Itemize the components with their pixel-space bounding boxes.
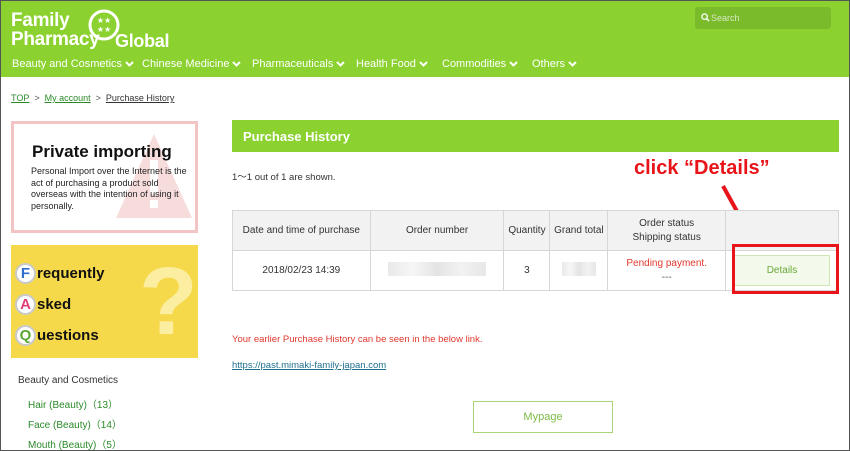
col-quantity: Quantity bbox=[503, 210, 551, 251]
logo-line1: Family bbox=[11, 10, 70, 31]
nav-label: Pharmaceuticals bbox=[252, 58, 334, 70]
nav-chinese-medicine[interactable]: Chinese Medicine bbox=[142, 57, 252, 71]
nav-others[interactable]: Others bbox=[532, 57, 592, 71]
sidebar-category-list: Hair (Beauty)（13） Face (Beauty)（14） Mout… bbox=[28, 400, 122, 451]
nav-label: Commodities bbox=[442, 58, 507, 70]
breadcrumb: TOP > My account > Purchase History bbox=[11, 93, 174, 103]
faq-word: uestions bbox=[37, 326, 99, 344]
cell-grand-total bbox=[549, 250, 609, 291]
private-importing-banner[interactable]: Private importing Personal Import over t… bbox=[11, 121, 198, 233]
faq-letter: Q bbox=[15, 324, 36, 346]
sidebar-item-mouth[interactable]: Mouth (Beauty)（5） bbox=[28, 440, 122, 451]
faq-word: requently bbox=[37, 264, 105, 282]
cell-action: Details bbox=[725, 250, 839, 291]
nav-label: Health Food bbox=[356, 58, 416, 70]
faq-word: sked bbox=[37, 295, 72, 313]
chevron-down-icon bbox=[419, 61, 428, 67]
page-title: Purchase History bbox=[232, 120, 839, 152]
col-shipping-status: Shipping status bbox=[632, 231, 701, 243]
redacted-order-number bbox=[388, 262, 487, 276]
nav-beauty-and-cosmetics[interactable]: Beauty and Cosmetics bbox=[12, 57, 142, 71]
earlier-history-notice: Your earlier Purchase History can be see… bbox=[232, 334, 483, 345]
cell-status: Pending payment. --- bbox=[607, 250, 727, 291]
faq-row-frequently: F requently bbox=[15, 261, 105, 285]
col-action bbox=[725, 210, 839, 251]
faq-letter: F bbox=[15, 262, 36, 284]
faq-letter: A bbox=[15, 293, 36, 315]
svg-text:★★: ★★ bbox=[97, 25, 111, 34]
search-input[interactable] bbox=[711, 10, 823, 26]
col-status: Order status Shipping status bbox=[607, 210, 727, 251]
table-header-row: Date and time of purchase Order number Q… bbox=[232, 210, 839, 251]
faq-row-questions: Q uestions bbox=[15, 323, 99, 347]
past-history-link[interactable]: https://past.mimaki-family-japan.com bbox=[232, 360, 386, 371]
breadcrumb-separator: > bbox=[34, 93, 40, 103]
main-nav: Beauty and Cosmetics Chinese Medicine Ph… bbox=[12, 57, 592, 71]
sidebar-category-heading: Beauty and Cosmetics bbox=[18, 375, 119, 386]
nav-label: Others bbox=[532, 58, 566, 70]
breadcrumb-current: Purchase History bbox=[105, 93, 175, 103]
nav-health-food[interactable]: Health Food bbox=[356, 57, 442, 71]
chevron-down-icon bbox=[509, 61, 518, 67]
nav-pharmaceuticals[interactable]: Pharmaceuticals bbox=[252, 57, 356, 71]
star-circle-logo-icon: ★★ ★★ bbox=[88, 9, 120, 41]
import-banner-title: Private importing bbox=[32, 142, 172, 161]
shipping-status-value: --- bbox=[661, 271, 672, 283]
logo-line3: Global bbox=[115, 31, 170, 51]
col-grand-total: Grand total bbox=[549, 210, 609, 251]
import-banner-desc: Personal Import over the Internet is the… bbox=[31, 166, 187, 211]
redacted-grand-total bbox=[561, 262, 596, 276]
search-box bbox=[695, 7, 831, 29]
nav-label: Chinese Medicine bbox=[142, 58, 230, 70]
cell-quantity: 3 bbox=[503, 250, 551, 291]
site-header: Family Pharmacy Global ★★ ★★ Beauty and … bbox=[1, 1, 849, 77]
chevron-down-icon bbox=[232, 61, 242, 67]
chevron-down-icon bbox=[125, 61, 134, 67]
faq-banner[interactable]: ? F requently A sked Q uestions bbox=[11, 245, 198, 358]
instruction-callout: click “Details” bbox=[634, 157, 770, 179]
cell-order-number bbox=[369, 250, 505, 291]
question-mark-icon: ? bbox=[139, 248, 198, 355]
nav-label: Beauty and Cosmetics bbox=[12, 58, 123, 70]
breadcrumb-separator: > bbox=[95, 93, 101, 103]
cell-date: 2018/02/23 14:39 bbox=[232, 250, 371, 291]
purchase-history-table: Date and time of purchase Order number Q… bbox=[232, 210, 839, 291]
order-status-value: Pending payment. bbox=[626, 257, 707, 269]
sidebar-item-hair[interactable]: Hair (Beauty)（13） bbox=[28, 400, 122, 420]
col-order-number: Order number bbox=[369, 210, 505, 251]
nav-commodities[interactable]: Commodities bbox=[442, 57, 532, 71]
col-order-status: Order status bbox=[639, 217, 695, 229]
details-button[interactable]: Details bbox=[734, 255, 830, 286]
breadcrumb-my-account-link[interactable]: My account bbox=[45, 93, 91, 103]
svg-text:★★: ★★ bbox=[97, 16, 111, 25]
col-date: Date and time of purchase bbox=[232, 210, 371, 251]
sidebar-item-face[interactable]: Face (Beauty)（14） bbox=[28, 420, 122, 440]
breadcrumb-top-link[interactable]: TOP bbox=[11, 93, 29, 103]
chevron-down-icon bbox=[568, 61, 577, 67]
faq-row-asked: A sked bbox=[15, 292, 71, 316]
table-row: 2018/02/23 14:39 3 Pending payment. --- … bbox=[232, 250, 839, 291]
search-icon bbox=[701, 13, 710, 22]
site-logo[interactable]: Family Pharmacy Global ★★ ★★ bbox=[11, 8, 171, 52]
chevron-down-icon bbox=[336, 61, 346, 67]
mypage-button[interactable]: Mypage bbox=[473, 401, 613, 433]
result-count: 1〜1 out of 1 are shown. bbox=[232, 172, 336, 183]
